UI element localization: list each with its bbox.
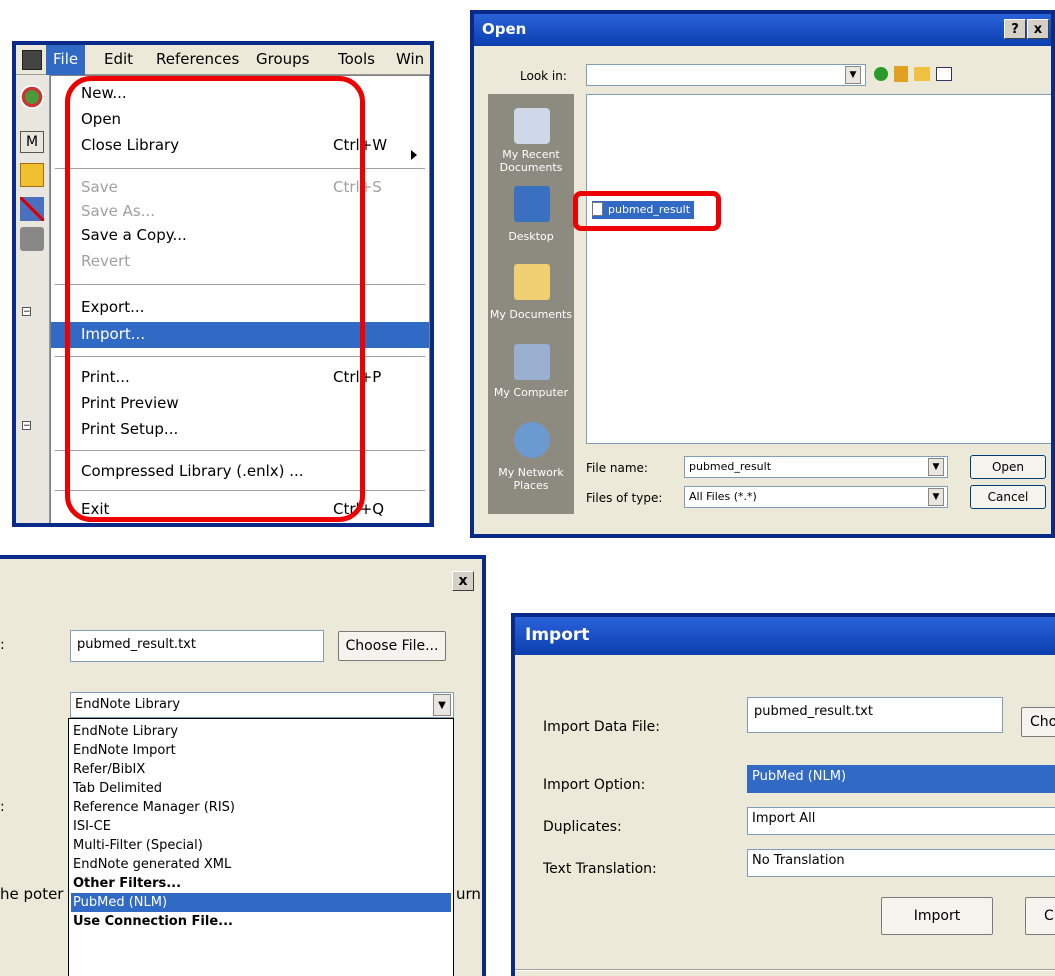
text-translation-select[interactable]: No Translation	[747, 849, 1055, 877]
places-bar: My Recent Documents Desktop My Documents…	[488, 94, 574, 514]
title-bar: Import	[515, 617, 1055, 655]
file-dropdown-menu: New... Open Close Library Ctrl+W Save Ct…	[50, 75, 430, 523]
file-menu-panel: File Edit References Groups Tools Win M …	[12, 41, 434, 527]
list-item[interactable]: Tab Delimited	[71, 779, 451, 798]
field-label-fragment: :	[0, 799, 5, 815]
import-data-file-input[interactable]: pubmed_result.txt	[747, 697, 1003, 733]
file-name-input[interactable]: pubmed_result	[684, 456, 948, 478]
import-option-list[interactable]: EndNote Library EndNote Import Refer/Bib…	[68, 718, 454, 976]
open-dialog: Open ? x Look in: ▼ My Recent Documents …	[470, 10, 1055, 538]
list-item[interactable]: EndNote generated XML	[71, 855, 451, 874]
library-letter: M	[20, 131, 44, 153]
import-button[interactable]: Import	[881, 897, 993, 935]
choose-file-button[interactable]: Choos	[1021, 707, 1055, 737]
dialog-title: Open	[482, 20, 527, 38]
library-toolbar-strip: M − −	[16, 75, 50, 523]
cancel-button[interactable]: Cancel	[970, 485, 1046, 509]
menu-tools[interactable]: Tools	[338, 50, 375, 68]
list-item[interactable]: Reference Manager (RIS)	[71, 798, 451, 817]
menu-edit[interactable]: Edit	[104, 50, 133, 68]
list-item-other-filters[interactable]: Other Filters...	[71, 874, 451, 893]
recent-documents-icon[interactable]	[514, 108, 550, 144]
trash-icon	[20, 227, 44, 251]
import-option-select[interactable]: EndNote Library	[70, 692, 454, 718]
menu-file[interactable]: File	[46, 45, 86, 75]
menu-groups[interactable]: Groups	[256, 50, 309, 68]
import-data-file-label: Import Data File:	[543, 719, 660, 735]
background-text: urn	[456, 885, 481, 903]
duplicates-select[interactable]: Import All	[747, 807, 1055, 835]
status-divider	[515, 969, 1055, 971]
list-item-use-connection[interactable]: Use Connection File...	[71, 912, 451, 931]
dialog-title: Import	[525, 625, 590, 645]
close-button[interactable]: x	[452, 571, 474, 591]
import-file-input[interactable]: pubmed_result.txt	[70, 630, 324, 662]
close-button[interactable]: x	[1027, 19, 1049, 39]
choose-file-button[interactable]: Choose File...	[338, 631, 446, 661]
list-item[interactable]: Multi-Filter (Special)	[71, 836, 451, 855]
place-recent[interactable]: My Recent Documents	[496, 148, 566, 174]
chevron-down-icon[interactable]: ▼	[433, 694, 451, 716]
list-item[interactable]: Refer/BibIX	[71, 760, 451, 779]
import-dialog: Import Import Data File: pubmed_result.t…	[511, 613, 1055, 976]
remove-icon	[20, 197, 44, 221]
look-in-combo[interactable]	[586, 64, 866, 86]
folder-icon	[20, 163, 44, 187]
background-text: he poter	[0, 885, 64, 903]
app-icon	[22, 50, 42, 70]
chevron-down-icon[interactable]: ▼	[928, 458, 944, 476]
import-option-dropdown-dialog: x : pubmed_result.txt Choose File... End…	[0, 555, 486, 976]
text-translation-label: Text Translation:	[543, 861, 657, 877]
menu-window[interactable]: Win	[396, 50, 424, 68]
file-name-label: File name:	[586, 461, 648, 475]
file-list[interactable]	[586, 94, 1051, 444]
chevron-down-icon[interactable]: ▼	[845, 66, 861, 84]
place-network[interactable]: My Network Places	[498, 466, 564, 492]
look-in-label: Look in:	[520, 69, 567, 83]
place-my-computer[interactable]: My Computer	[488, 386, 574, 399]
submenu-arrow-icon	[411, 150, 417, 160]
new-folder-icon[interactable]	[914, 67, 930, 81]
help-button[interactable]: ?	[1004, 19, 1026, 39]
collapse-icon[interactable]: −	[22, 421, 31, 431]
view-menu-icon[interactable]	[936, 67, 952, 81]
globe-icon	[20, 85, 44, 109]
list-item[interactable]: EndNote Library	[71, 722, 451, 741]
list-item-pubmed-selected[interactable]: PubMed (NLM)	[71, 893, 451, 912]
duplicates-label: Duplicates:	[543, 819, 622, 835]
list-item[interactable]: EndNote Import	[71, 741, 451, 760]
menu-references[interactable]: References	[156, 50, 239, 68]
my-computer-icon[interactable]	[514, 344, 550, 380]
files-of-type-select[interactable]: All Files (*.*)	[684, 486, 948, 508]
cancel-button[interactable]: C	[1025, 897, 1055, 935]
text-file-icon	[592, 202, 603, 216]
list-item[interactable]: ISI-CE	[71, 817, 451, 836]
back-icon[interactable]	[874, 67, 888, 81]
chevron-down-icon[interactable]: ▼	[928, 488, 944, 506]
desktop-icon[interactable]	[514, 186, 550, 222]
place-desktop[interactable]: Desktop	[488, 230, 574, 243]
menu-bar: File Edit References Groups Tools Win	[16, 45, 430, 75]
annotation-highlight	[65, 76, 365, 522]
files-of-type-label: Files of type:	[586, 491, 663, 505]
my-documents-icon[interactable]	[514, 264, 550, 300]
place-my-documents[interactable]: My Documents	[488, 308, 574, 321]
up-folder-icon[interactable]	[894, 66, 908, 82]
field-label-fragment: :	[0, 637, 5, 653]
import-option-label: Import Option:	[543, 777, 646, 793]
network-places-icon[interactable]	[514, 422, 550, 458]
open-button[interactable]: Open	[970, 455, 1046, 479]
import-option-select[interactable]: PubMed (NLM)	[747, 765, 1055, 793]
collapse-icon[interactable]: −	[22, 307, 31, 317]
title-bar: Open ? x	[474, 14, 1051, 46]
